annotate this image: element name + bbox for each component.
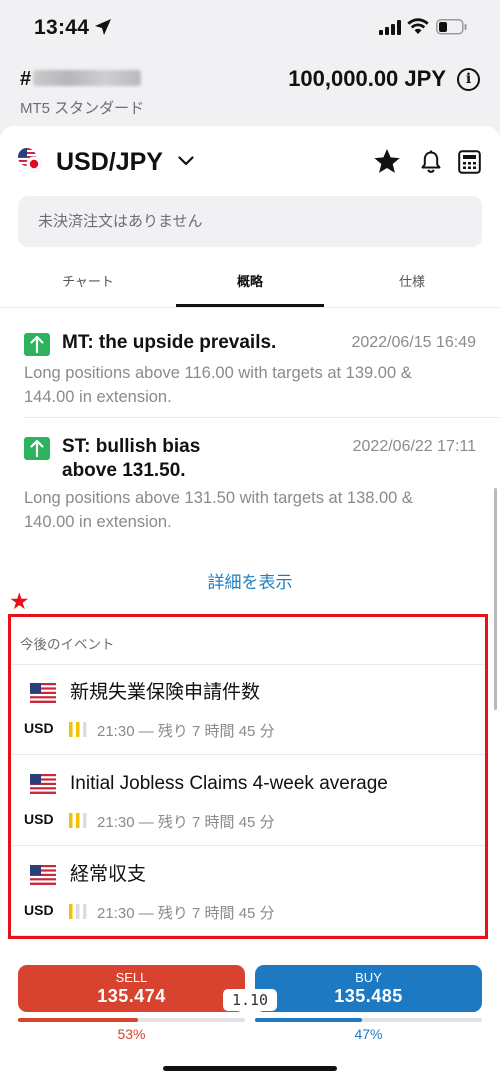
sell-sentiment-fill [18,1018,139,1022]
account-type: MT5 スタンダード [20,100,145,117]
tab-specifications[interactable]: 仕様 [324,260,500,308]
tab-chart[interactable]: チャート [0,260,176,308]
open-orders-empty-text: 未決済注文はありません [38,213,203,230]
buy-sentiment-bar [255,1018,482,1022]
scrollbar[interactable] [494,488,497,710]
buy-sentiment-fill [255,1018,362,1022]
arrow-up-icon [24,437,50,460]
divider [24,417,500,418]
buy-label: BUY [355,970,382,985]
bell-icon[interactable] [420,150,442,174]
news-date: 2022/06/22 17:11 [352,438,476,455]
buy-button[interactable]: BUY 135.485 [255,965,482,1012]
wifi-icon [407,18,429,34]
news-title: ST: bullish bias above 131.50. [62,436,201,481]
cellular-signal-icon [379,20,401,35]
news-date: 2022/06/15 16:49 [351,334,476,351]
active-tab-indicator [176,304,324,307]
account-balance: 100,000.00 JPY [288,66,446,91]
instrument-symbol[interactable]: USD/JPY [56,148,163,177]
annotation-star: ★ [9,588,30,614]
show-details-link[interactable]: 詳細を表示 [0,568,500,593]
news-body: Long positions above 131.50 with targets… [24,489,413,531]
arrow-up-icon [24,333,50,356]
info-icon[interactable]: i [457,68,480,91]
sell-label: SELL [115,970,148,985]
status-bar: 13:44 [0,0,500,58]
sell-sentiment-bar [18,1018,245,1022]
tab-bar: チャート 概略 仕様 [0,260,500,308]
status-time: 13:44 [34,16,90,39]
open-orders-box: 未決済注文はありません [18,196,482,247]
calculator-icon[interactable] [458,150,481,174]
trade-bar: SELL 135.474 BUY 135.485 1.10 53% 47% [0,956,500,1082]
spread-value: 1.10 [223,989,277,1011]
news-title: MT: the upside prevails. [62,332,277,353]
sell-price: 135.474 [97,986,166,1006]
home-indicator[interactable] [163,1066,337,1071]
buy-percent: 47% [354,1026,383,1042]
battery-icon [436,19,467,35]
chevron-down-icon[interactable] [178,156,194,166]
location-arrow-icon [95,19,111,35]
sell-percent: 53% [117,1026,146,1042]
star-icon[interactable] [373,148,401,175]
account-id: # [20,68,142,91]
usd-jpy-flag-icon [18,148,42,172]
news-body: Long positions above 116.00 with targets… [24,364,412,406]
buy-price: 135.485 [334,986,403,1006]
account-number-redacted [33,69,142,86]
tab-overview[interactable]: 概略 [176,260,324,308]
annotation-highlight-frame [8,614,488,939]
sell-button[interactable]: SELL 135.474 [18,965,245,1012]
